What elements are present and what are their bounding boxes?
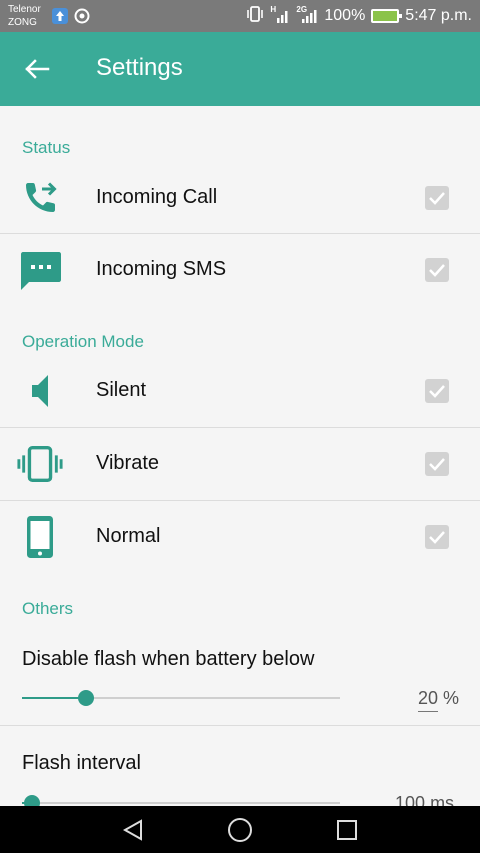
- circle-home-icon: [228, 818, 252, 842]
- navigation-bar: [0, 806, 480, 853]
- setting-vibrate[interactable]: Vibrate: [0, 428, 480, 500]
- carrier-1: Telenor: [8, 4, 41, 15]
- incoming-call-checkbox[interactable]: [425, 186, 449, 210]
- sms-message-icon: [16, 246, 64, 294]
- vibrate-checkbox[interactable]: [425, 452, 449, 476]
- settings-list[interactable]: Status Incoming Call Incoming SMS Operat…: [0, 106, 480, 806]
- checkmark-icon: [429, 264, 445, 277]
- flash-interval-slider[interactable]: [22, 795, 340, 806]
- battery-percent: 100%: [324, 7, 366, 24]
- section-header-operation-mode: Operation Mode: [22, 332, 144, 351]
- battery-slider-label: Disable flash when battery below: [22, 648, 315, 670]
- nav-back-button[interactable]: [119, 816, 147, 844]
- vibrate-icon: [16, 440, 64, 488]
- divider: [0, 725, 480, 726]
- page-title: Settings: [96, 54, 183, 81]
- speaker-muted-icon: [16, 367, 64, 415]
- square-recents-icon: [337, 820, 357, 840]
- setting-label: Silent: [96, 379, 147, 401]
- smartphone-icon: [16, 513, 64, 561]
- signal-h-icon: H: [270, 5, 290, 24]
- flash-interval-value[interactable]: 100 ms: [395, 793, 454, 806]
- setting-label: Vibrate: [96, 452, 160, 474]
- value-unit: ms: [430, 793, 455, 806]
- phone-forward-icon: [16, 174, 64, 222]
- interval-slider-label: Flash interval: [22, 752, 141, 774]
- value-unit: %: [443, 688, 460, 708]
- notification-app-icon: [74, 8, 90, 24]
- battery-threshold-slider[interactable]: [22, 690, 340, 706]
- incoming-sms-checkbox[interactable]: [425, 258, 449, 282]
- value-number: 20: [418, 688, 439, 712]
- checkmark-icon: [429, 531, 445, 544]
- normal-checkbox[interactable]: [425, 525, 449, 549]
- setting-silent[interactable]: Silent: [0, 355, 480, 427]
- setting-normal[interactable]: Normal: [0, 501, 480, 573]
- signal-2g-label: 2G: [296, 5, 308, 14]
- back-button[interactable]: [20, 52, 54, 86]
- value-number: 100: [395, 793, 425, 806]
- app-bar: Settings: [0, 32, 480, 106]
- section-header-status: Status: [22, 138, 71, 157]
- slider-thumb[interactable]: [78, 690, 94, 706]
- section-header-others: Others: [22, 599, 74, 618]
- carrier-names: Telenor ZONG: [8, 3, 41, 29]
- setting-label: Normal: [96, 525, 161, 547]
- clock: 5:47 p.m.: [405, 7, 472, 24]
- silent-checkbox[interactable]: [425, 379, 449, 403]
- status-bar: Telenor ZONG H 2G 100% 5:47 p.m.: [0, 0, 480, 32]
- setting-label: Incoming SMS: [96, 258, 227, 280]
- carrier-2: ZONG: [8, 17, 37, 28]
- battery-icon: [371, 9, 403, 23]
- nav-recents-button[interactable]: [333, 816, 361, 844]
- signal-2g-icon: 2G: [296, 5, 318, 24]
- checkmark-icon: [429, 385, 445, 398]
- status-right: H 2G 100% 5:47 p.m.: [246, 0, 472, 32]
- nav-home-button[interactable]: [226, 816, 254, 844]
- notification-upload-icon: [52, 8, 68, 24]
- battery-threshold-value[interactable]: 20 %: [418, 688, 459, 712]
- signal-h-label: H: [270, 5, 277, 14]
- checkmark-icon: [429, 458, 445, 471]
- setting-incoming-call[interactable]: Incoming Call: [0, 162, 480, 234]
- checkmark-icon: [429, 192, 445, 205]
- slider-fill: [22, 697, 86, 699]
- setting-label: Incoming Call: [96, 186, 218, 208]
- triangle-back-icon: [122, 819, 142, 841]
- vibrate-mode-icon: [246, 5, 264, 27]
- setting-incoming-sms[interactable]: Incoming SMS: [0, 234, 480, 306]
- slider-thumb[interactable]: [24, 795, 40, 806]
- arrow-left-icon: [25, 59, 50, 79]
